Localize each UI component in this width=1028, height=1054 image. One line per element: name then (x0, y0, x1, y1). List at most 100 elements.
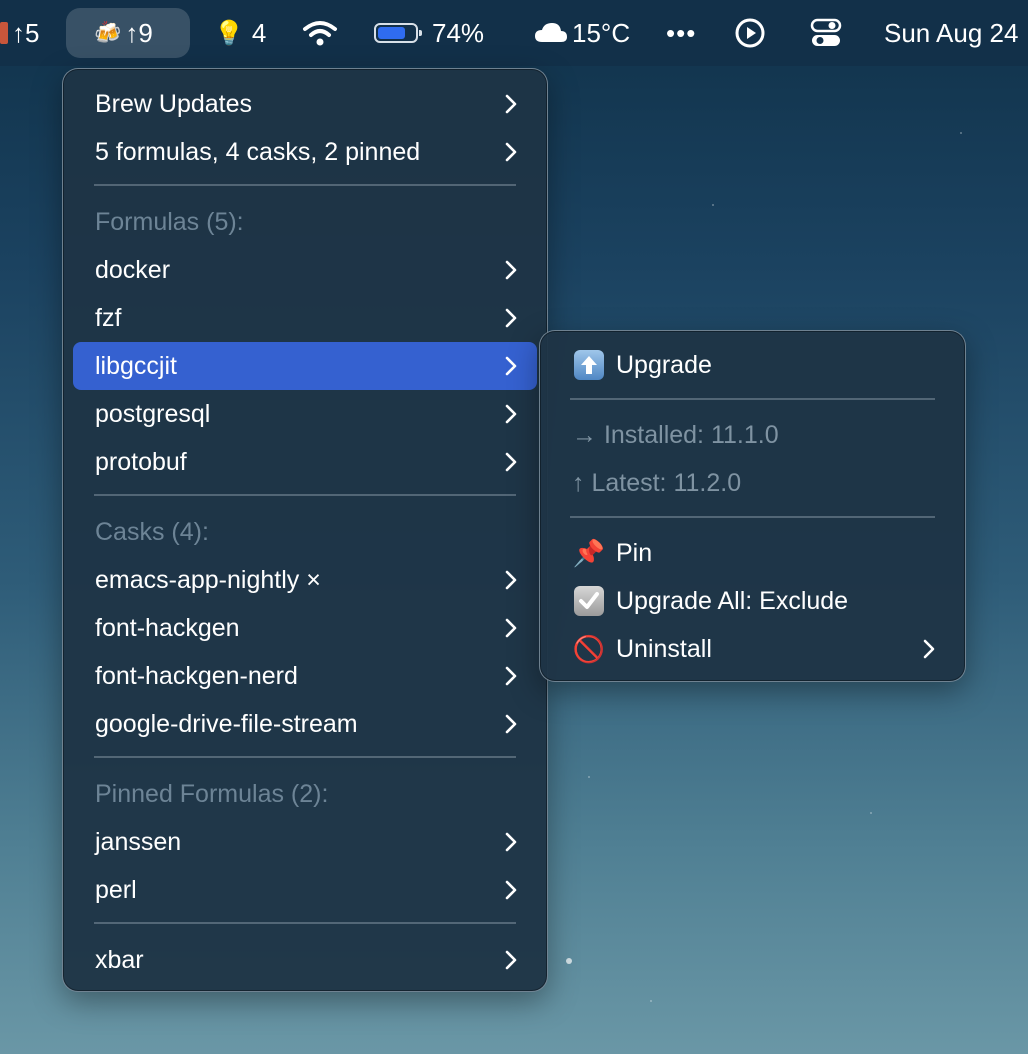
pinned-formula-name: janssen (95, 827, 182, 856)
formulas-header: Formulas (5): (73, 198, 537, 246)
menu-item-cask[interactable]: emacs-app-nightly × (73, 556, 537, 604)
menu-item-xbar[interactable]: xbar (73, 936, 537, 984)
formula-name: protobuf (95, 447, 187, 476)
menubar-left-count: ↑5 (12, 17, 40, 48)
chevron-right-icon (505, 666, 517, 686)
wallpaper-star (588, 776, 590, 778)
beer-icon: 🍻 (94, 20, 122, 45)
chevron-right-icon (923, 639, 935, 659)
menu-separator (94, 756, 516, 758)
wallpaper-star (870, 812, 872, 814)
clock-menubar-item[interactable]: Sun Aug 24 (884, 0, 1018, 66)
chevron-right-icon (505, 714, 517, 734)
menu-item-upgrade-all-exclude[interactable]: Upgrade All: Exclude (550, 577, 955, 625)
formula-submenu: Upgrade → Installed: 11.1.0 ↑ Latest: 11… (539, 330, 966, 682)
chevron-right-icon (505, 260, 517, 280)
chevron-right-icon (505, 142, 517, 162)
checkbox-icon-wrap (572, 584, 606, 618)
menu-item-label: Upgrade (616, 350, 712, 379)
menu-item-label: Brew Updates (95, 89, 253, 118)
cask-name: google-drive-file-stream (95, 709, 358, 738)
menu-separator (94, 184, 516, 186)
section-header-label: Formulas (5): (95, 207, 244, 236)
menu-item-upgrade[interactable]: Upgrade (550, 341, 955, 389)
casks-header: Casks (4): (73, 508, 537, 556)
pushpin-icon: 📌 (572, 537, 606, 568)
more-dots: ••• (666, 17, 697, 48)
brew-update-count: ↑9 (125, 17, 153, 48)
chevron-right-icon (505, 452, 517, 472)
battery-menubar-item[interactable]: 74% (374, 0, 484, 66)
chevron-right-icon (505, 950, 517, 970)
checkmark-icon (574, 586, 604, 616)
menu-item-pin[interactable]: 📌 Pin (550, 529, 955, 577)
chevron-right-icon (505, 404, 517, 424)
installed-version: → Installed: 11.1.0 (550, 411, 955, 459)
brew-menubar-item[interactable]: 🍻 ↑9 (94, 0, 153, 66)
menu-item-label: 5 formulas, 4 casks, 2 pinned (95, 137, 421, 166)
up-arrow-icon (574, 350, 604, 380)
chevron-right-icon (505, 308, 517, 328)
menu-item-brew-updates[interactable]: Brew Updates (73, 80, 537, 128)
installed-version-label: → Installed: 11.1.0 (572, 420, 779, 449)
play-circle-icon (735, 18, 765, 48)
chevron-right-icon (505, 356, 517, 376)
wallpaper-star (566, 958, 572, 964)
brew-dropdown-menu: Brew Updates 5 formulas, 4 casks, 2 pinn… (62, 68, 548, 992)
bulb-menubar-item[interactable]: 💡 4 (214, 0, 266, 66)
app-icon (0, 22, 8, 44)
chevron-right-icon (505, 94, 517, 114)
wallpaper-star (650, 1000, 652, 1002)
pinned-formulas-header: Pinned Formulas (2): (73, 770, 537, 818)
latest-version-label: ↑ Latest: 11.2.0 (572, 468, 742, 497)
wifi-menubar-item[interactable] (302, 0, 338, 66)
menu-item-formula[interactable]: fzf (73, 294, 537, 342)
section-header-label: Casks (4): (95, 517, 209, 546)
menu-item-pinned-formula[interactable]: perl (73, 866, 537, 914)
formula-name: fzf (95, 303, 122, 332)
battery-icon (374, 23, 422, 43)
bulb-count: 4 (251, 17, 267, 48)
menu-separator (94, 494, 516, 496)
battery-level-fill (378, 27, 405, 39)
formula-name: docker (95, 255, 171, 284)
wallpaper-star (712, 204, 714, 206)
cask-name: emacs-app-nightly × (95, 565, 321, 594)
upgrade-icon-wrap (572, 348, 606, 382)
weather-menubar-item[interactable]: 15°C (534, 0, 630, 66)
pinned-formula-name: perl (95, 875, 137, 904)
menu-item-formula[interactable]: postgresql (73, 390, 537, 438)
menu-item-cask[interactable]: font-hackgen-nerd (73, 652, 537, 700)
section-header-label: Pinned Formulas (2): (95, 779, 329, 808)
chevron-right-icon (505, 570, 517, 590)
prohibited-icon: 🚫 (572, 633, 606, 664)
cask-name: font-hackgen (95, 613, 240, 642)
chevron-right-icon (505, 832, 517, 852)
lightbulb-icon: 💡 (214, 19, 244, 47)
menubar-item-left[interactable]: ↑5 (0, 0, 39, 66)
menu-item-cask[interactable]: google-drive-file-stream (73, 700, 537, 748)
menu-item-formula[interactable]: protobuf (73, 438, 537, 486)
menu-separator (94, 922, 516, 924)
more-menubar-item[interactable]: ••• (666, 0, 696, 66)
menu-item-cask[interactable]: font-hackgen (73, 604, 537, 652)
control-center-menubar-item[interactable] (810, 0, 842, 66)
control-center-icon (810, 18, 842, 46)
formula-name: postgresql (95, 399, 211, 428)
menu-separator (570, 398, 935, 400)
clock-text: Sun Aug 24 (884, 17, 1019, 48)
menu-item-label: Upgrade All: Exclude (616, 586, 849, 615)
menu-item-formula[interactable]: docker (73, 246, 537, 294)
battery-nub (419, 30, 422, 36)
menu-separator (570, 516, 935, 518)
media-menubar-item[interactable] (734, 0, 766, 66)
menu-bar: ↑5 🍻 ↑9 💡 4 74% 15°C ••• Sun Aug 24 (0, 0, 1028, 66)
formula-name: libgccjit (95, 351, 177, 380)
menu-item-uninstall[interactable]: 🚫 Uninstall (550, 625, 955, 673)
menu-item-summary[interactable]: 5 formulas, 4 casks, 2 pinned (73, 128, 537, 176)
menu-item-formula-selected[interactable]: libgccjit (73, 342, 537, 390)
cloud-icon (535, 23, 567, 42)
menu-item-pinned-formula[interactable]: janssen (73, 818, 537, 866)
wifi-icon (303, 21, 337, 46)
battery-percent: 74% (432, 17, 485, 48)
